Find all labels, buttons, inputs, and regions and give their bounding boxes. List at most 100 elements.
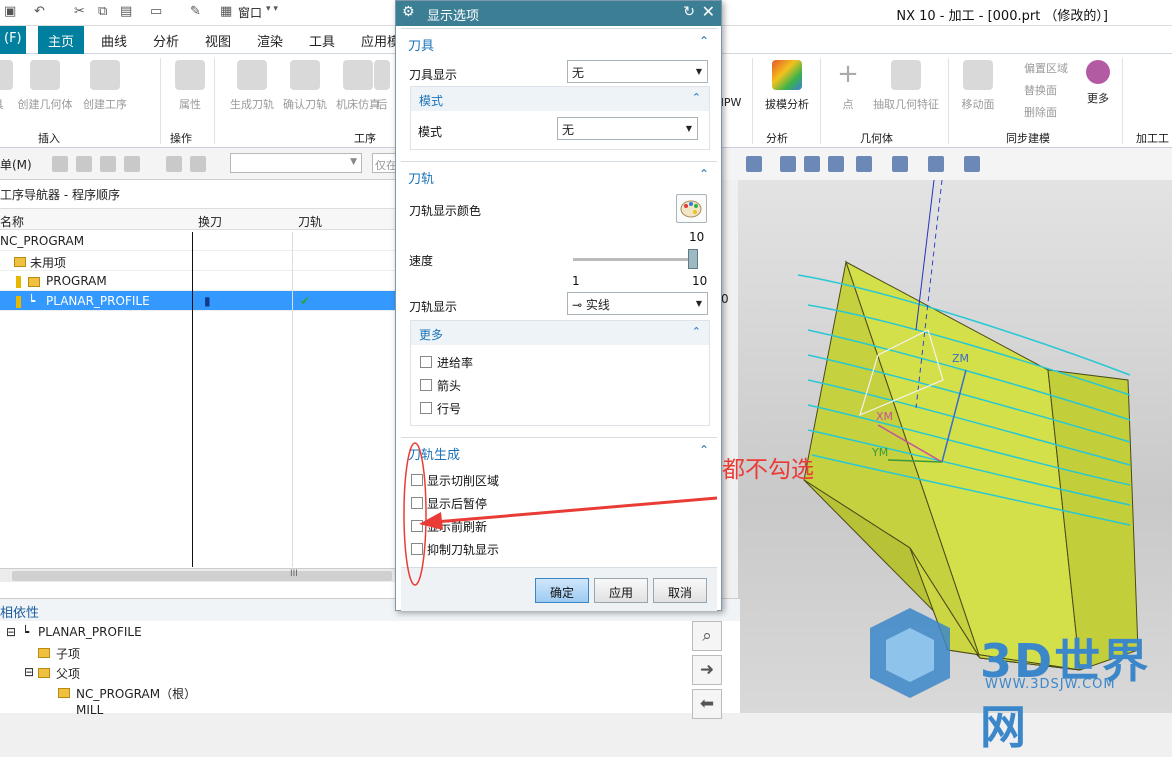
save-icon[interactable]: ▣ bbox=[4, 4, 16, 19]
more-subsection: 更多 ⌃ 进给率 箭头 行号 bbox=[410, 320, 710, 426]
verify-path-button[interactable]: 确认刀轨 bbox=[277, 60, 333, 112]
more-subsection-header[interactable]: 更多 ⌃ bbox=[411, 321, 709, 345]
offset-region-item[interactable]: 偏置区域 bbox=[1024, 60, 1068, 76]
arrow-checkbox[interactable] bbox=[420, 379, 432, 391]
shaded-icon[interactable] bbox=[928, 156, 944, 172]
line-number-checkbox[interactable] bbox=[420, 402, 432, 414]
dependency-item[interactable]: MILL bbox=[76, 703, 103, 717]
type-filter-select[interactable]: ▼ bbox=[230, 153, 362, 173]
row-name: PLANAR_PROFILE bbox=[46, 294, 150, 308]
post-button[interactable]: 后 bbox=[372, 60, 392, 112]
move-face-button[interactable]: 移动面 bbox=[952, 60, 1004, 112]
delete-face-item[interactable]: 删除面 bbox=[1024, 104, 1057, 120]
column-tool-change[interactable]: 换刀 bbox=[198, 213, 222, 230]
toolpath-section-title[interactable]: 刀轨 bbox=[408, 168, 434, 187]
dependency-item[interactable]: 父项 bbox=[56, 665, 80, 682]
watermark-url: WWW.3DSJW.COM bbox=[985, 677, 1116, 692]
table-row-selected[interactable]: ┕ PLANAR_PROFILE ▮ ✔ bbox=[0, 291, 400, 311]
display-mode-icon[interactable] bbox=[964, 156, 980, 172]
fit-icon[interactable] bbox=[780, 156, 796, 172]
table-row[interactable]: NC_PROGRAM bbox=[0, 231, 400, 251]
copy-icon[interactable]: ⧉ bbox=[98, 4, 107, 19]
chevron-up-icon[interactable]: ⌃ bbox=[699, 34, 709, 48]
recent-icon[interactable]: ▭ bbox=[150, 4, 162, 19]
draft-analysis-button[interactable]: 拔模分析 bbox=[758, 60, 816, 112]
tool-section-title[interactable]: 刀具 bbox=[408, 35, 434, 54]
create-operation-button[interactable]: 创建工序 bbox=[77, 60, 133, 112]
dialog-header[interactable]: ⚙ 显示选项 ↻ ✕ bbox=[396, 1, 721, 26]
dependency-item[interactable]: NC_PROGRAM（根） bbox=[76, 685, 196, 702]
horizontal-scrollbar[interactable]: III bbox=[0, 568, 400, 582]
render-style-icon[interactable] bbox=[892, 156, 908, 172]
filter-icon[interactable] bbox=[124, 156, 140, 172]
group-geometry[interactable]: 几何体 bbox=[860, 130, 893, 146]
group-operation[interactable]: 操作 bbox=[170, 130, 192, 146]
filter-icon[interactable] bbox=[52, 156, 68, 172]
tab-view[interactable]: 视图 bbox=[205, 31, 231, 50]
menu-button[interactable]: 单(M) bbox=[0, 156, 32, 173]
extract-geometry-button[interactable]: 抽取几何特征 bbox=[870, 60, 942, 112]
filter-icon[interactable] bbox=[76, 156, 92, 172]
divider bbox=[1122, 58, 1123, 144]
view-orient-icon[interactable] bbox=[856, 156, 872, 172]
window-menu[interactable]: 窗口 bbox=[238, 4, 262, 21]
column-name[interactable]: 名称 bbox=[0, 213, 24, 230]
tab-tools[interactable]: 工具 bbox=[309, 31, 335, 50]
rotate-icon[interactable] bbox=[828, 156, 844, 172]
chevron-up-icon[interactable]: ⌃ bbox=[692, 91, 701, 104]
dependency-item[interactable]: 子项 bbox=[56, 645, 80, 662]
arrow-right-icon[interactable]: ➜ bbox=[692, 655, 722, 685]
more-button[interactable]: 更多 bbox=[1080, 60, 1116, 106]
group-insert[interactable]: 插入 bbox=[38, 130, 60, 146]
scroll-thumb[interactable] bbox=[12, 571, 392, 581]
filter-icon[interactable] bbox=[166, 156, 182, 172]
tab-home[interactable]: 主页 bbox=[38, 26, 85, 55]
gear-icon[interactable]: ⚙ bbox=[402, 4, 415, 20]
tab-analysis[interactable]: 分析 bbox=[153, 31, 179, 50]
palette-button[interactable] bbox=[676, 194, 707, 223]
arrow-left-icon[interactable]: ⬅ bbox=[692, 689, 722, 719]
chevron-up-icon[interactable]: ⌃ bbox=[692, 325, 701, 338]
replace-face-item[interactable]: 替换面 bbox=[1024, 82, 1057, 98]
column-toolpath[interactable]: 刀轨 bbox=[298, 213, 322, 230]
filter-icon[interactable] bbox=[190, 156, 206, 172]
search-icon[interactable]: ⌕ bbox=[692, 621, 722, 651]
palette-icon bbox=[680, 200, 702, 218]
path-display-value: 实线 bbox=[585, 298, 610, 312]
table-row[interactable]: 未用项 bbox=[0, 251, 400, 271]
touch-icon[interactable]: ✎ bbox=[190, 4, 201, 19]
speed-slider-thumb[interactable] bbox=[688, 249, 698, 269]
cut-icon[interactable]: ✂ bbox=[74, 4, 85, 19]
properties-button[interactable]: 属性 bbox=[162, 60, 218, 112]
key-icon bbox=[16, 274, 21, 288]
view-icon[interactable] bbox=[746, 156, 762, 172]
zoom-icon[interactable] bbox=[804, 156, 820, 172]
tab-curve[interactable]: 曲线 bbox=[101, 31, 127, 50]
speed-slider-track[interactable] bbox=[573, 258, 698, 261]
mode-subsection-header[interactable]: 模式 ⌃ bbox=[411, 87, 709, 111]
dependency-item[interactable]: PLANAR_PROFILE bbox=[38, 625, 142, 639]
create-geometry-button[interactable]: 创建几何体 bbox=[17, 60, 73, 112]
point-button[interactable]: + 点 bbox=[828, 60, 868, 112]
tab-render[interactable]: 渲染 bbox=[257, 31, 283, 50]
reset-icon[interactable]: ↻ bbox=[683, 4, 695, 20]
tool-display-select[interactable]: 无 ▼ bbox=[567, 60, 708, 83]
collapse-icon[interactable]: ⊟ bbox=[6, 625, 16, 639]
generate-path-button[interactable]: 生成刀轨 bbox=[224, 60, 280, 112]
close-icon[interactable]: ✕ bbox=[702, 2, 715, 21]
undo-icon[interactable]: ↶ bbox=[34, 4, 45, 19]
window-menu-chevron-icon[interactable]: ▾ ▾ bbox=[266, 4, 278, 14]
group-analysis[interactable]: 分析 bbox=[766, 130, 788, 146]
feed-rate-checkbox[interactable] bbox=[420, 356, 432, 368]
table-row[interactable]: PROGRAM bbox=[0, 271, 400, 291]
path-display-select[interactable]: ⊸ 实线 ▼ bbox=[567, 292, 708, 315]
group-sync-modeling[interactable]: 同步建模 bbox=[1006, 130, 1050, 146]
chevron-up-icon[interactable]: ⌃ bbox=[699, 167, 709, 181]
filter-icon[interactable] bbox=[100, 156, 116, 172]
collapse-icon[interactable]: ⊟ bbox=[24, 665, 34, 679]
tab-file[interactable]: (F) bbox=[0, 26, 26, 54]
paste-icon[interactable]: ▤ bbox=[120, 4, 132, 19]
mode-select[interactable]: 无 ▼ bbox=[557, 117, 698, 140]
window-menu-icon[interactable]: ▦ bbox=[220, 4, 232, 19]
group-process[interactable]: 工序 bbox=[354, 130, 376, 146]
